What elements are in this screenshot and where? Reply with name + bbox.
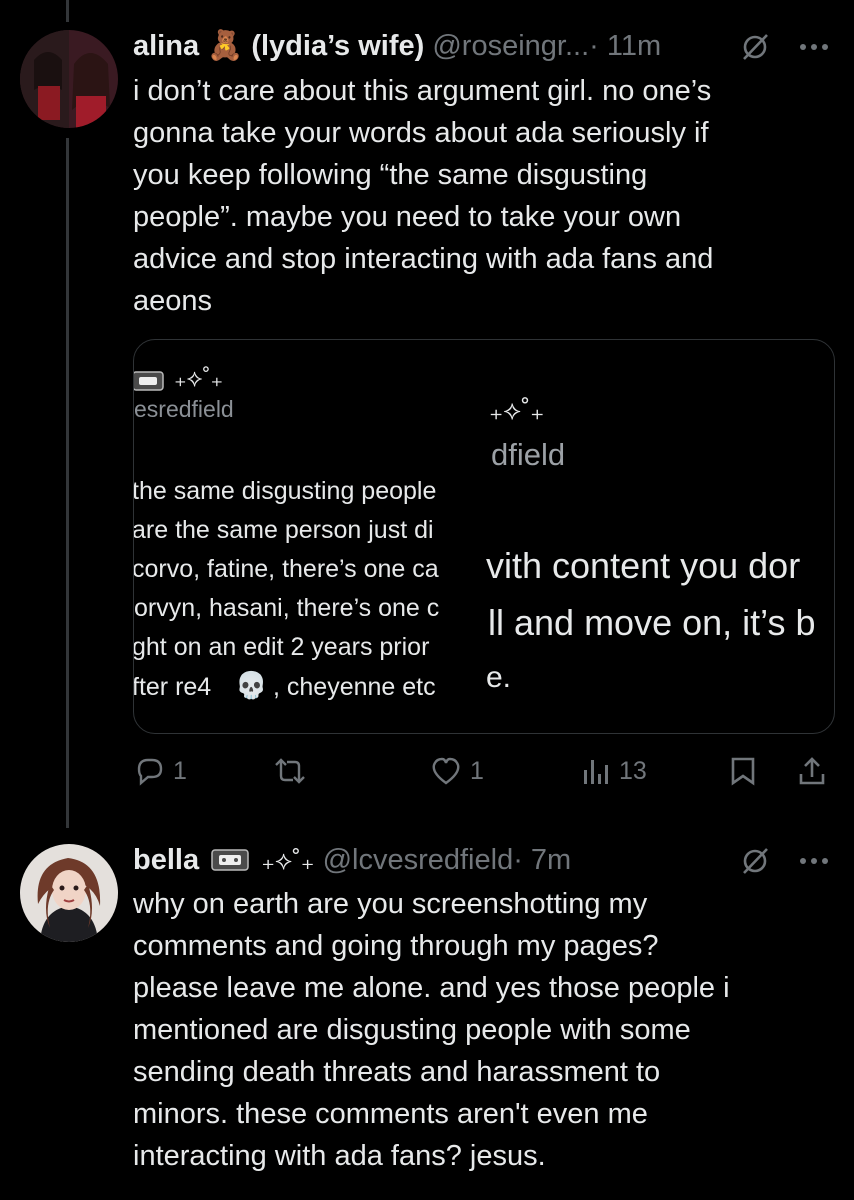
quote-line: the same disgusting people xyxy=(133,477,437,505)
reply-icon xyxy=(133,756,165,786)
retweet-button[interactable] xyxy=(273,756,315,786)
bookmark-icon xyxy=(729,756,757,786)
vhs-tape-icon xyxy=(134,371,164,391)
tweet-action-bar: 1 1 13 xyxy=(133,752,833,792)
tweet-top-actions xyxy=(740,846,830,876)
quote-line: ght on an edit 2 years prior xyxy=(133,633,430,661)
more-options-icon[interactable] xyxy=(798,856,830,866)
handle[interactable]: @lcvesredfield xyxy=(323,844,514,876)
like-button[interactable]: 1 xyxy=(430,756,484,786)
tweet-text: i don’t care about this argument girl. n… xyxy=(133,75,714,317)
quote-line: are the same person just di xyxy=(133,516,434,544)
quote-line: vith content you dor xyxy=(486,545,801,586)
more-options-icon[interactable] xyxy=(798,42,830,52)
quote-deco-large: ₊⟡˚₊ xyxy=(489,395,545,425)
quote-deco-small: ₊⟡˚₊ xyxy=(174,365,224,392)
reply-button[interactable]: 1 xyxy=(133,756,187,786)
reply-count: 1 xyxy=(173,756,187,785)
share-button[interactable] xyxy=(797,756,827,786)
quote-line: fter re4 xyxy=(133,673,212,701)
tweet-header: bella ₊⟡˚₊ @lcvesredfield· 7m xyxy=(133,843,571,877)
timestamp[interactable]: · 11m xyxy=(589,30,661,62)
quote-line: corvo, fatine, there’s one ca xyxy=(133,555,439,583)
share-icon xyxy=(797,756,827,786)
quote-line: orvyn, hasani, there’s one c xyxy=(134,594,440,622)
teddy-bear-emoji: 🧸 xyxy=(207,30,244,62)
views-count: 13 xyxy=(619,756,647,785)
quote-left-column: the same disgusting people are the same … xyxy=(133,477,480,717)
skull-emoji: 💀 xyxy=(235,670,268,700)
grok-icon[interactable] xyxy=(740,32,770,62)
heart-icon xyxy=(430,756,462,786)
quote-handle-small: esredfield xyxy=(134,396,234,422)
quote-line: ll and move on, it’s b xyxy=(488,602,816,643)
display-name[interactable]: alina xyxy=(133,30,199,62)
quote-right-column: vith content you dor ll and move on, it’… xyxy=(486,545,834,705)
thread-line-top xyxy=(66,0,69,22)
quoted-image-card[interactable]: ₊⟡˚₊ esredfield ₊⟡˚₊ dfield the same dis… xyxy=(133,339,835,734)
handle[interactable]: @roseingr... xyxy=(432,30,589,62)
grok-icon[interactable] xyxy=(740,846,770,876)
tweet-top-actions xyxy=(740,32,830,62)
quote-handle-large: dfield xyxy=(491,437,566,472)
vhs-tape-icon xyxy=(211,849,249,871)
avatar-bella[interactable] xyxy=(20,844,118,942)
display-name[interactable]: bella xyxy=(133,844,199,876)
views-button[interactable]: 13 xyxy=(581,756,647,786)
tweet-header: alina 🧸 (lydia’s wife) @roseingr...· 11m xyxy=(133,29,661,63)
display-name-suffix[interactable]: (lydia’s wife) xyxy=(251,30,424,62)
views-chart-icon xyxy=(581,756,611,786)
tweet-text: why on earth are you screenshotting my c… xyxy=(133,888,730,1172)
quote-line: , cheyenne etc xyxy=(273,673,436,701)
retweet-icon xyxy=(273,756,307,786)
like-count: 1 xyxy=(470,756,484,785)
timestamp[interactable]: · 7m xyxy=(513,844,571,876)
avatar-alina[interactable] xyxy=(20,30,118,128)
quote-line: e. xyxy=(486,661,512,694)
thread-line-connector xyxy=(66,138,69,828)
bookmark-button[interactable] xyxy=(729,756,757,786)
sparkle-decoration: ₊⟡˚₊ xyxy=(261,845,315,875)
